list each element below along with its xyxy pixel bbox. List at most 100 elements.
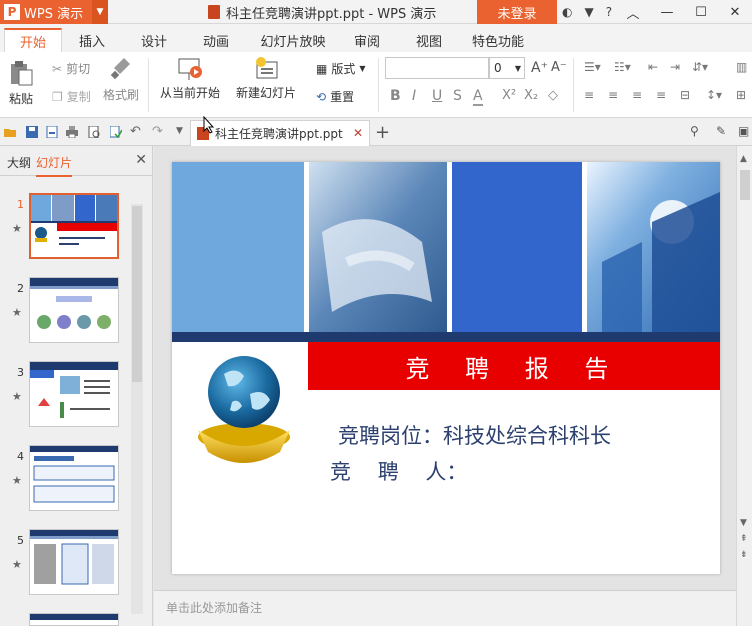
close-tab-icon[interactable]: ✕ [353,126,363,140]
slide-thumbnail[interactable] [29,445,119,511]
justify-button[interactable]: ≡ [656,88,666,102]
bullets-button[interactable]: ☰▾ [584,60,601,74]
candidate-text[interactable]: 竞 聘 人： [330,456,467,486]
new-tab-button[interactable]: + [375,122,390,143]
scroll-down-icon[interactable]: ▼ [740,518,747,528]
close-button[interactable]: ✕ [718,0,752,24]
strikethrough-button[interactable]: S [453,88,462,104]
reset-button[interactable]: ⟲ 重置 [316,88,354,105]
shrink-font-button[interactable]: A⁻ [551,60,567,75]
minimize-button[interactable]: — [650,0,684,24]
notes-pane[interactable]: 单击此处添加备注 [154,590,736,626]
print-preview-icon[interactable] [88,126,100,138]
position-text[interactable]: 竞聘岗位：科技处综合科科长 [338,420,611,450]
increase-indent-button[interactable]: ⇥ [670,60,680,74]
underline-button[interactable]: U [432,88,442,104]
tab-insert[interactable]: 插入 [66,28,118,52]
columns-button[interactable]: ▥ [736,60,747,74]
spell-check-icon[interactable] [110,126,122,138]
text-direction-button[interactable]: ⇵▾ [692,60,708,74]
star-icon: ★ [12,222,22,235]
maximize-button[interactable]: ☐ [684,0,718,24]
align-center-button[interactable]: ≡ [608,88,618,102]
redo-icon[interactable]: ↷ [152,124,163,139]
slide-editor: 竞 聘 报 告 竞聘岗位：科技处综合科科长 竞 聘 人： [154,146,736,590]
tab-review[interactable]: 审阅 [344,28,390,52]
paste-button[interactable]: 粘贴 [8,58,34,107]
help-icon[interactable]: ? [606,5,612,19]
format-painter-button[interactable]: 格式刷 [103,56,139,103]
tab-outline[interactable]: 大纲 [7,154,31,171]
scroll-up-icon[interactable]: ▲ [740,154,747,164]
cut-button[interactable]: ✂ 剪切 [52,60,90,77]
thumbnail-scrollbar[interactable] [131,204,143,614]
document-tab[interactable]: 科主任竞聘演讲ppt.ppt ✕ [190,120,370,146]
tab-home[interactable]: 开始 [4,28,62,52]
close-pane-icon[interactable]: ✕ [135,152,147,168]
font-name-input[interactable] [385,57,489,79]
customize-toolbar-icon[interactable]: ▼ [176,126,183,136]
clear-format-icon[interactable]: ◇ [548,88,558,103]
login-button[interactable]: 未登录 [477,0,557,24]
align-right-button[interactable]: ≡ [632,88,642,102]
next-slide-icon[interactable]: ⇟ [740,550,748,560]
scrollbar-thumb[interactable] [740,170,750,200]
slide-thumbnail[interactable] [29,361,119,427]
subscript-button[interactable]: X₂ [524,88,538,103]
title-tools: ◐ ▼ ? [562,0,612,24]
star-icon: ★ [12,474,22,487]
undo-icon[interactable]: ↶ [130,124,141,139]
slide-thumbnail[interactable] [29,529,119,595]
bold-button[interactable]: B [390,88,401,104]
paragraph-button[interactable]: ⊞ [736,88,746,102]
tab-view[interactable]: 视图 [406,28,452,52]
from-current-button[interactable]: 从当前开始 [160,56,220,101]
editor-scrollbar[interactable]: ▲ ▼ ⇞ ⇟ [736,146,752,626]
italic-button[interactable]: I [412,88,416,104]
export-pdf-icon[interactable] [46,126,58,138]
font-size-value: 0 [494,61,502,75]
collapse-ribbon-icon[interactable]: ︿ [616,0,650,24]
slideshow-icon [178,58,202,80]
app-menu-button[interactable]: P WPS 演示 ▼ [0,0,108,24]
distributed-button[interactable]: ⊟ [680,88,690,102]
shirt-icon[interactable]: ▼ [584,5,593,19]
reset-icon: ⟲ [316,89,327,104]
tab-design[interactable]: 设计 [128,28,180,52]
tab-slides[interactable]: 幻灯片 [36,154,73,177]
slide-thumbnail[interactable] [29,613,119,626]
font-size-input[interactable]: 0 ▼ [489,57,525,79]
slide-canvas[interactable]: 竞 聘 报 告 竞聘岗位：科技处综合科科长 竞 聘 人： [172,162,720,574]
chevron-down-icon[interactable]: ▼ [92,0,108,24]
scrollbar-thumb[interactable] [132,206,142,382]
tab-slideshow[interactable]: 幻灯片放映 [254,28,332,52]
divider [573,58,574,112]
tab-special[interactable]: 特色功能 [466,28,530,52]
align-left-button[interactable]: ≡ [584,88,594,102]
layout-label: 版式 [331,62,356,76]
slide-thumbnail-preview [30,362,118,418]
pin-icon[interactable]: ⚲ [690,124,699,138]
tab-animation[interactable]: 动画 [190,28,242,52]
settings-icon[interactable]: ▣ [738,124,749,138]
skin-icon[interactable]: ◐ [562,5,572,19]
previous-slide-icon[interactable]: ⇞ [740,534,748,544]
superscript-button[interactable]: X² [502,88,516,103]
copy-button[interactable]: ❐ 复制 [52,88,91,105]
slide-thumbnail[interactable] [29,193,119,259]
slide-title[interactable]: 竞 聘 报 告 [308,342,720,390]
line-spacing-button[interactable]: ↕▾ [706,88,722,102]
tools-icon[interactable]: ✎ [716,124,726,138]
open-folder-icon[interactable] [4,126,16,138]
save-icon[interactable] [26,126,38,138]
slide-thumbnail-preview [30,530,118,585]
scissors-icon: ✂ [52,61,63,76]
layout-button[interactable]: ▦ 版式 ▼ [316,60,366,77]
font-color-button[interactable]: A [473,88,483,106]
print-icon[interactable] [66,126,78,138]
numbering-button[interactable]: ☷▾ [614,60,631,74]
new-slide-button[interactable]: 新建幻灯片 [236,56,296,101]
slide-thumbnail[interactable] [29,277,119,343]
grow-font-button[interactable]: A⁺ [531,60,548,76]
decrease-indent-button[interactable]: ⇤ [648,60,658,74]
